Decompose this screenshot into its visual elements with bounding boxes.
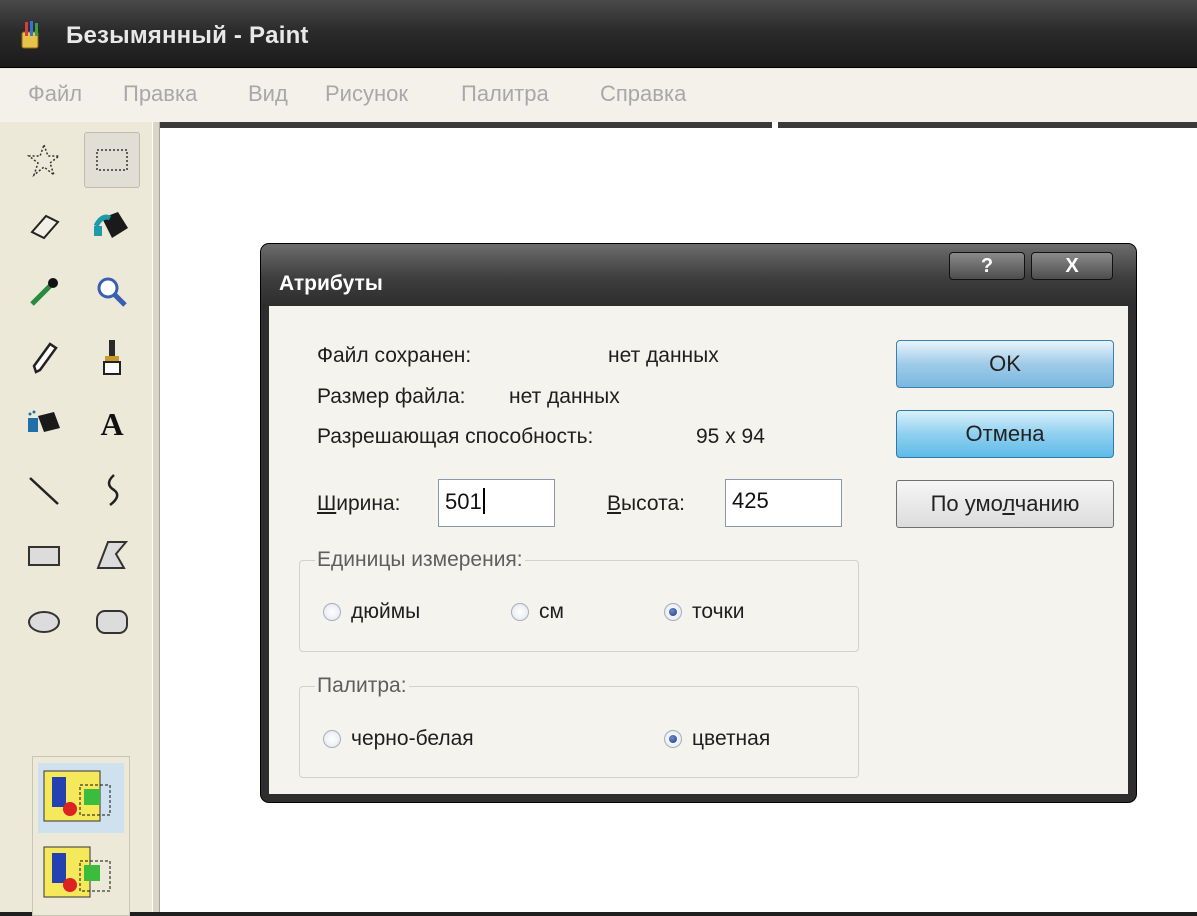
defaults-button[interactable]: По умолчанию [896,480,1114,528]
line-icon[interactable] [16,462,72,518]
width-input[interactable]: 501 [438,479,555,527]
radio-indicator [323,730,341,748]
paint-app-icon [21,21,39,49]
menu-help[interactable]: Справка [600,81,686,107]
magnifier-icon[interactable] [84,264,140,320]
ok-button[interactable]: OK [896,340,1114,388]
height-label: Высота: [607,492,685,515]
free-select-icon[interactable] [16,132,72,188]
dialog-title-bar[interactable]: Атрибуты ? X [261,244,1136,306]
curve-icon[interactable] [84,462,140,518]
opaque-selection-icon[interactable] [38,763,124,833]
radio-indicator-checked [664,603,682,621]
ok-button-label: OK [989,351,1021,376]
radio-indicator-checked [664,730,682,748]
palette-color-radio[interactable]: цветная [664,727,770,751]
menu-image[interactable]: Рисунок [325,81,408,107]
menu-colors[interactable]: Палитра [461,81,549,107]
file-saved-label: Файл сохранен: [317,344,472,367]
ellipse-icon[interactable] [16,594,72,650]
canvas-resize-handle[interactable] [772,122,778,128]
pencil-icon[interactable] [16,330,72,386]
height-input[interactable]: 425 [725,479,842,527]
palette-color-label: цветная [692,727,771,750]
cancel-button[interactable]: Отмена [896,410,1114,458]
width-value: 501 [445,489,482,514]
radio-indicator [323,603,341,621]
unit-cm-label: см [539,600,564,623]
unit-inches-label: дюймы [351,600,421,623]
brush-icon[interactable] [84,330,140,386]
cancel-button-label: Отмена [965,421,1045,446]
file-size-label: Размер файла: [317,385,466,408]
polygon-icon[interactable] [84,528,140,584]
radio-indicator [511,603,529,621]
airbrush-icon[interactable] [16,396,72,452]
paint-window: Безымянный - Paint Файл Правка Вид Рисун… [0,0,1197,916]
unit-pixels-radio[interactable]: точки [664,600,744,624]
units-group-title: Единицы измерения: [315,548,525,572]
dialog-body: Файл сохранен: нет данных Размер файла: … [269,306,1128,794]
width-label: Ширина: [317,492,401,515]
palette-bw-label: черно-белая [351,727,474,750]
help-icon: ? [980,254,994,277]
palette-bw-radio[interactable]: черно-белая [323,727,474,751]
toolbox-separator [152,122,160,912]
resolution-label: Разрешающая способность: [317,425,594,448]
menu-bar: Файл Правка Вид Рисунок Палитра Справка [0,69,1197,123]
unit-cm-radio[interactable]: см [511,600,564,624]
attributes-dialog: Атрибуты ? X Файл сохранен: нет данных Р… [261,244,1136,802]
palette-group-title: Палитра: [315,674,409,698]
eraser-icon[interactable] [16,198,72,254]
unit-pixels-label: точки [692,600,745,623]
menu-file[interactable]: Файл [28,81,82,107]
help-button[interactable]: ? [949,252,1025,280]
text-tool-glyph: A [100,405,124,442]
height-value: 425 [732,488,769,513]
rectangle-icon[interactable] [16,528,72,584]
rect-select-icon[interactable] [84,132,140,188]
fill-bucket-icon[interactable] [84,198,140,254]
file-size-value: нет данных [509,385,620,408]
file-saved-value: нет данных [608,344,719,367]
tool-options-panel [32,756,130,916]
transparent-selection-icon[interactable] [38,839,124,909]
window-title: Безымянный - Paint [66,22,309,49]
unit-inches-radio[interactable]: дюймы [323,600,420,624]
text-caret [482,488,485,514]
rounded-rect-icon[interactable] [84,594,140,650]
text-icon[interactable]: A [84,396,140,452]
color-picker-icon[interactable] [16,264,72,320]
defaults-button-label: По умолчанию [930,491,1080,516]
menu-view[interactable]: Вид [248,81,288,107]
dialog-title: Атрибуты [279,272,383,295]
toolbox: A [0,122,152,916]
title-bar[interactable]: Безымянный - Paint [0,0,1197,68]
resolution-value: 95 x 94 [696,425,765,448]
close-button[interactable]: X [1031,252,1113,280]
menu-edit[interactable]: Правка [123,81,197,107]
close-icon: X [1065,254,1079,277]
